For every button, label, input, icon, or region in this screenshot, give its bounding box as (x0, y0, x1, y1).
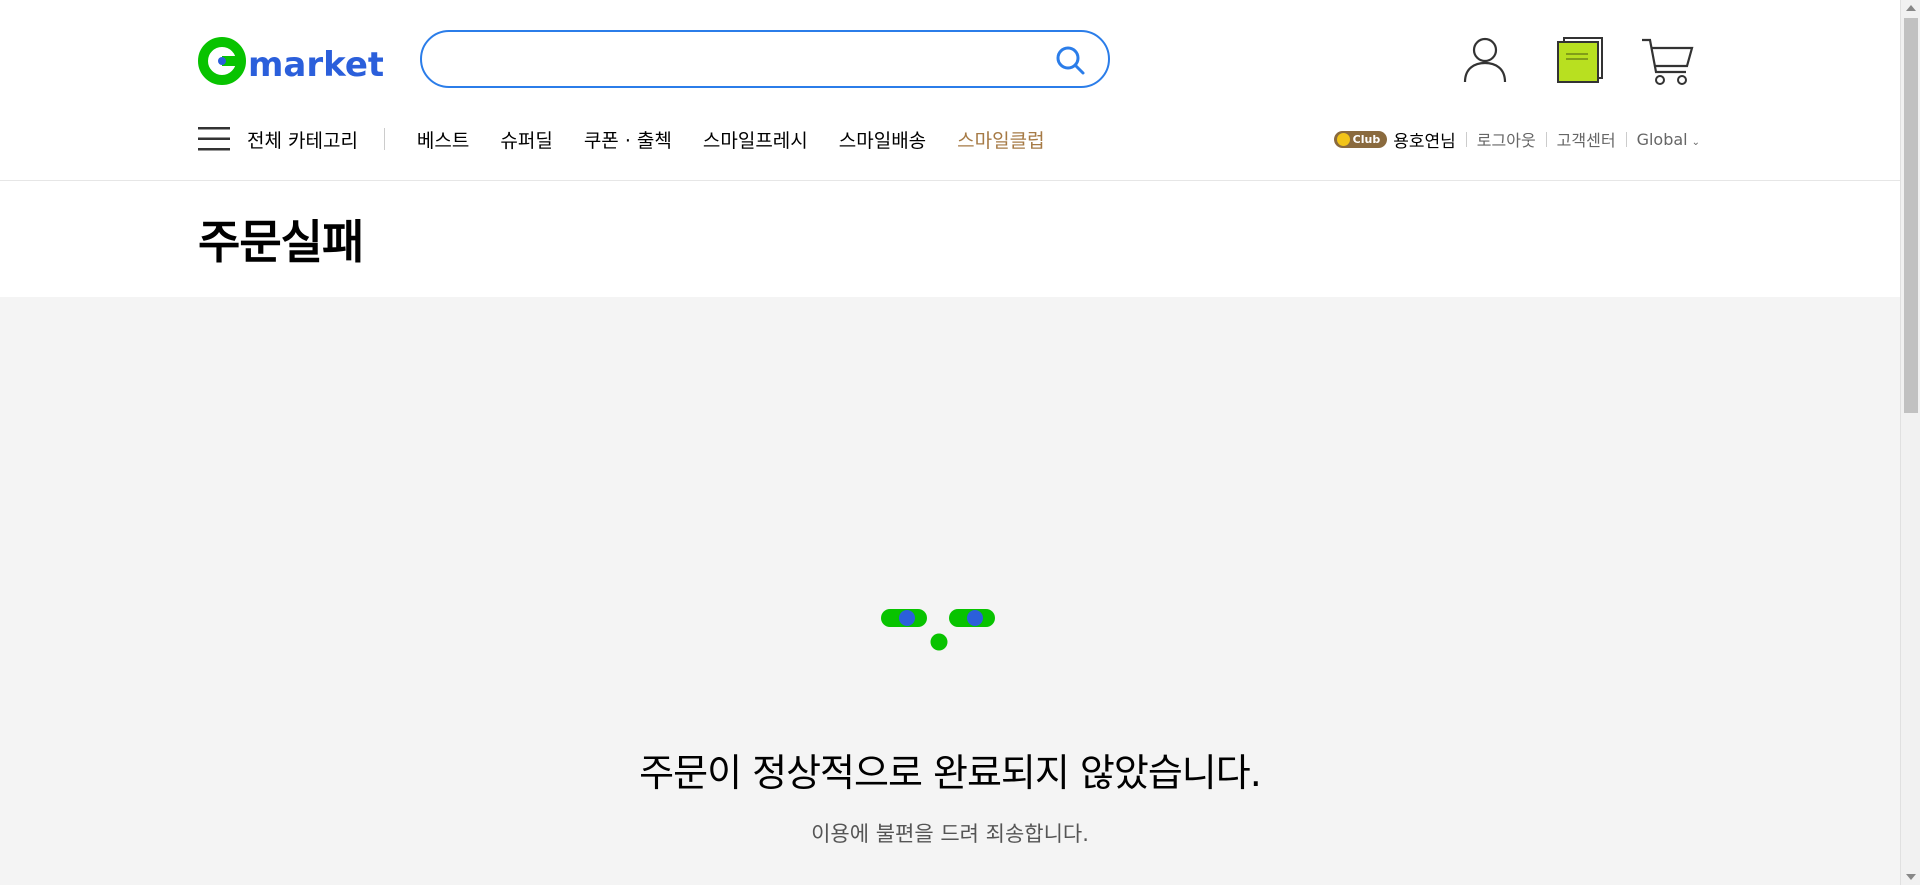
page: market 전체 카테고리 베스트 슈퍼딜 쿠폰 · 출첵 스마일프레시 스마… (0, 0, 1900, 885)
username[interactable]: 용호연님 (1393, 127, 1456, 152)
global-link[interactable]: Global ⌄ (1637, 130, 1700, 149)
nav-item-superdeal[interactable]: 슈퍼딜 (500, 126, 552, 153)
all-categories-link[interactable]: 전체 카테고리 (247, 126, 358, 153)
chevron-down-icon: ⌄ (1691, 136, 1700, 148)
user-nav-divider (1625, 131, 1627, 147)
scrollbar-thumb[interactable] (1904, 18, 1918, 413)
club-badge: Club (1333, 130, 1388, 148)
customer-center-link[interactable]: 고객센터 (1557, 127, 1616, 151)
failure-submessage: 이용에 불편을 드려 죄송합니다. (811, 822, 1089, 846)
cart-icon[interactable] (1640, 36, 1694, 86)
nav-item-smile-club[interactable]: 스마일클럽 (957, 126, 1044, 153)
nav-item-smile-delivery[interactable]: 스마일배송 (839, 126, 926, 153)
search-input[interactable] (446, 44, 1030, 76)
sad-face-illustration (881, 609, 995, 651)
scrollbar[interactable] (1900, 0, 1920, 885)
hamburger-menu-icon[interactable] (198, 126, 232, 152)
global-label: Global (1636, 129, 1688, 149)
user-nav: Club 용호연님 로그아웃 고객센터 Global ⌄ (1333, 126, 1700, 152)
logo-text: market (248, 45, 383, 85)
scroll-down-arrow-icon[interactable] (1906, 874, 1916, 880)
coupon-book-icon[interactable] (1556, 36, 1604, 84)
logout-link[interactable]: 로그아웃 (1477, 127, 1536, 151)
user-icon[interactable] (1462, 36, 1508, 84)
gmarket-logo[interactable]: market (198, 34, 383, 88)
club-badge-label: Club (1352, 132, 1381, 146)
nav-item-best[interactable]: 베스트 (417, 126, 469, 153)
failure-message: 주문이 정상적으로 완료되지 않았습니다. (639, 751, 1262, 795)
smile-face-icon (1336, 132, 1350, 146)
page-title: 주문실패 (198, 215, 364, 269)
scroll-up-arrow-icon[interactable] (1906, 5, 1916, 11)
nav-item-smile-fresh[interactable]: 스마일프레시 (703, 126, 808, 153)
search-box (420, 30, 1110, 88)
nav-item-coupon[interactable]: 쿠폰 · 출첵 (584, 126, 672, 153)
user-nav-divider (1545, 131, 1547, 147)
search-icon[interactable] (1054, 44, 1086, 76)
main-nav: 전체 카테고리 베스트 슈퍼딜 쿠폰 · 출첵 스마일프레시 스마일배송 스마일… (198, 122, 1045, 156)
header: market 전체 카테고리 베스트 슈퍼딜 쿠폰 · 출첵 스마일프레시 스마… (0, 0, 1900, 181)
nav-divider (383, 128, 385, 150)
user-nav-divider (1465, 131, 1467, 147)
